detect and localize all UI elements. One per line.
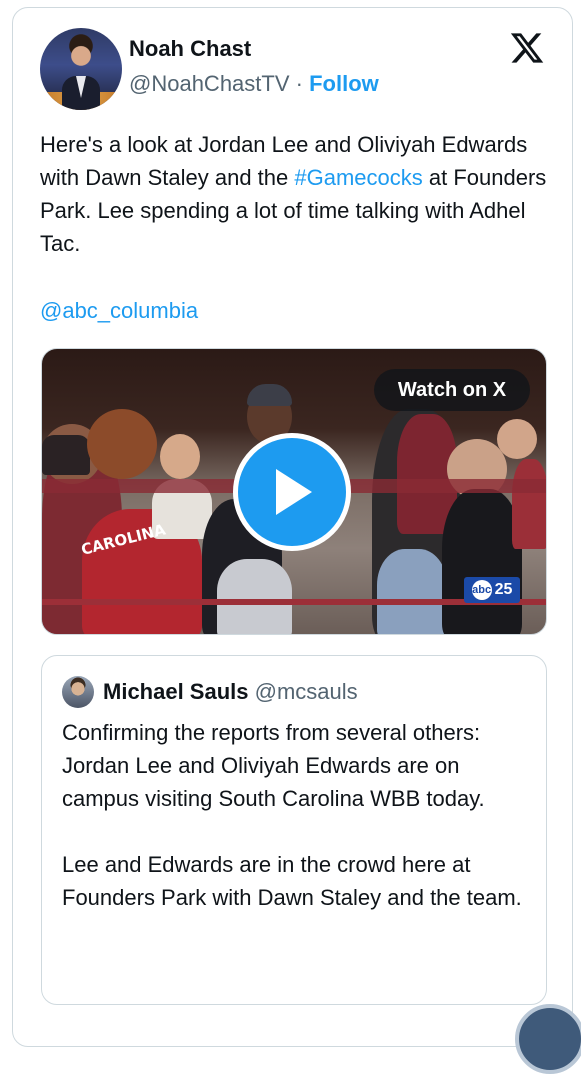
person-figure	[512, 459, 546, 549]
person-figure	[42, 435, 90, 475]
x-logo-icon[interactable]	[509, 30, 545, 66]
channel-logo-prefix: abc	[471, 580, 492, 600]
person-figure	[87, 409, 157, 479]
channel-logo: abc 25	[464, 577, 520, 603]
person-figure	[497, 419, 537, 459]
quoted-author-handle: @mcsauls	[254, 679, 358, 704]
author-handle-row: @NoahChastTV · Follow	[129, 71, 379, 97]
play-icon	[276, 469, 312, 515]
hashtag-link[interactable]: #Gamecocks	[294, 165, 422, 190]
person-figure	[442, 489, 522, 634]
tweet-text: Here's a look at Jordan Lee and Oliviyah…	[40, 128, 550, 260]
quoted-paragraph: Confirming the reports from several othe…	[62, 720, 485, 811]
quoted-tweet-text: Confirming the reports from several othe…	[62, 716, 532, 914]
person-figure	[160, 434, 200, 479]
quoted-author: Michael Sauls @mcsauls	[103, 679, 358, 705]
person-figure	[377, 549, 447, 634]
separator-dot: ·	[295, 71, 303, 96]
author-avatar[interactable]	[40, 28, 122, 110]
quoted-author-avatar	[62, 676, 94, 708]
author-name[interactable]: Noah Chast	[129, 36, 251, 62]
mention-link[interactable]: @abc_columbia	[40, 294, 198, 327]
person-figure	[247, 384, 292, 406]
author-handle[interactable]: @NoahChastTV	[129, 71, 290, 96]
play-button[interactable]	[233, 433, 351, 551]
quoted-author-name: Michael Sauls	[103, 679, 249, 704]
channel-logo-number: 25	[494, 581, 513, 598]
floating-action-button[interactable]	[515, 1004, 581, 1074]
person-figure	[217, 559, 292, 634]
follow-button[interactable]: Follow	[309, 71, 379, 96]
watch-on-x-button[interactable]: Watch on X	[374, 369, 530, 411]
quoted-paragraph: Lee and Edwards are in the crowd here at…	[62, 852, 522, 910]
